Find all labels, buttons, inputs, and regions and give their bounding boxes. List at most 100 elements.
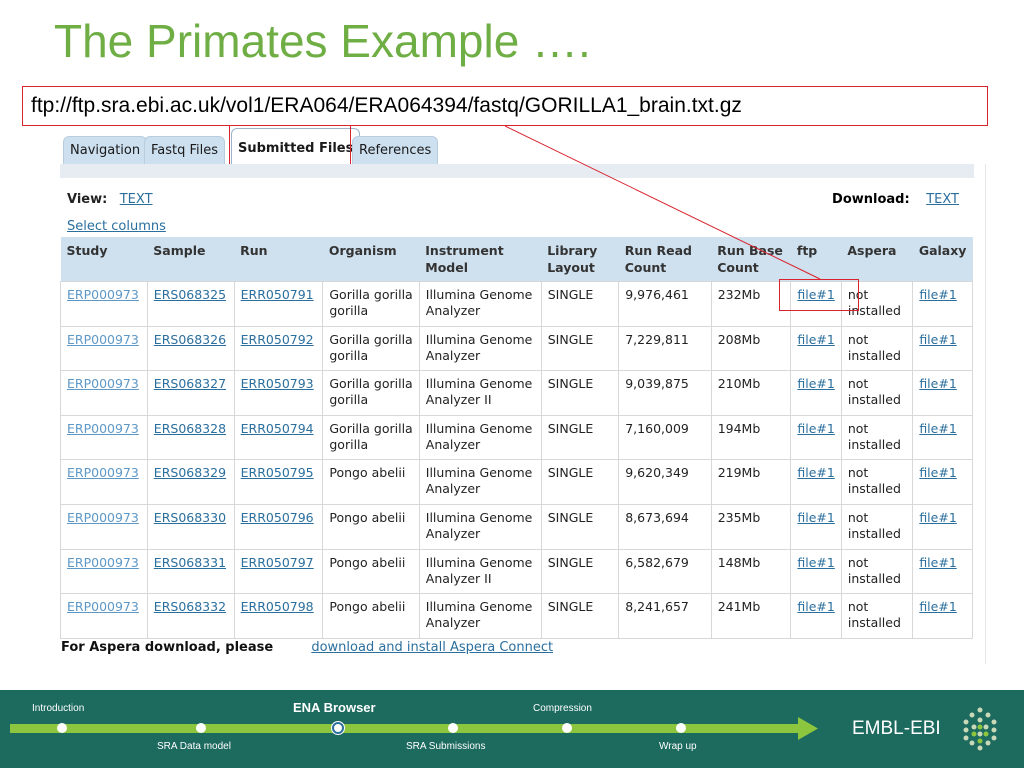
run-link[interactable]: ERR050794 — [241, 421, 314, 436]
study-link[interactable]: ERP000973 — [67, 555, 139, 570]
study-link[interactable]: ERP000973 — [67, 465, 139, 480]
ftp-cell: file#1 — [790, 370, 842, 416]
galaxy-link[interactable]: file#1 — [919, 599, 956, 614]
run-cell: ERR050796 — [233, 503, 324, 550]
sample-link[interactable]: ERS068326 — [154, 332, 226, 347]
galaxy-cell: file#1 — [912, 370, 973, 416]
embl-ebi-logo-icon — [963, 707, 997, 751]
slide-title: The Primates Example …. — [54, 15, 591, 67]
study-link[interactable]: ERP000973 — [67, 332, 139, 347]
table-row: ERP000973 ERS068326 ERR050792 Gorilla goril… — [60, 325, 973, 372]
footer-step-sra-submissions[interactable]: SRA Submissions — [406, 741, 485, 752]
select-columns-link[interactable]: Select columns — [67, 219, 166, 234]
aspera-label: For Aspera download, please — [61, 640, 274, 655]
run-link[interactable]: ERR050797 — [241, 555, 314, 570]
col-study[interactable]: Study — [60, 237, 148, 282]
footer-dot-compression[interactable] — [562, 723, 572, 733]
run-link[interactable]: ERR050792 — [241, 332, 314, 347]
col-aspera[interactable]: Aspera — [841, 237, 913, 282]
select-columns-text[interactable]: Select columns — [67, 219, 166, 234]
ftp-link[interactable]: file#1 — [797, 510, 834, 525]
footer-dot-sra-data-model[interactable] — [196, 723, 206, 733]
view-text-link[interactable]: TEXT — [120, 192, 153, 207]
organism-value: Gorilla gorilla gorilla — [329, 287, 413, 318]
base-count-cell: 194Mb — [710, 414, 792, 461]
ftp-link[interactable]: file#1 — [797, 555, 834, 570]
galaxy-link[interactable]: file#1 — [919, 376, 956, 391]
footer-step-ena-browser[interactable]: ENA Browser — [293, 700, 376, 715]
study-link[interactable]: ERP000973 — [67, 376, 139, 391]
galaxy-link[interactable]: file#1 — [919, 332, 956, 347]
study-link[interactable]: ERP000973 — [67, 510, 139, 525]
instrument-model-value: Illumina Genome Analyzer — [425, 287, 533, 318]
col-run[interactable]: Run — [234, 237, 323, 282]
organism-cell: Gorilla gorilla gorilla — [322, 281, 420, 327]
col-instrument-model[interactable]: Instrument Model — [419, 237, 542, 282]
footer-dot-ena-browser[interactable] — [332, 722, 344, 734]
download-text-link[interactable]: TEXT — [926, 192, 959, 207]
ftp-cell: file#1 — [790, 459, 842, 505]
aspera-install-link[interactable]: download and install Aspera Connect — [311, 640, 553, 655]
aspera-cell: not installed — [840, 325, 914, 372]
base-count-value: 148Mb — [717, 554, 761, 570]
run-link[interactable]: ERR050791 — [241, 287, 314, 302]
sample-link[interactable]: ERS068332 — [154, 599, 226, 614]
galaxy-link[interactable]: file#1 — [919, 287, 956, 302]
col-organism[interactable]: Organism — [322, 237, 420, 282]
aspera-value: not installed — [847, 599, 901, 631]
ftp-link[interactable]: file#1 — [797, 421, 834, 436]
galaxy-link[interactable]: file#1 — [919, 555, 956, 570]
galaxy-link[interactable]: file#1 — [919, 465, 956, 480]
aspera-note: For Aspera download, please download and… — [61, 640, 553, 655]
galaxy-link[interactable]: file#1 — [919, 421, 956, 436]
table-row: ERP000973 ERS068331 ERR050797 Pongo abelii I… — [60, 548, 973, 595]
footer-dot-wrap-up[interactable] — [676, 723, 686, 733]
col-ftp[interactable]: ftp — [790, 237, 842, 282]
footer-step-introduction[interactable]: Introduction — [32, 703, 84, 714]
sample-link[interactable]: ERS068329 — [154, 465, 226, 480]
col-run-read-count[interactable]: Run Read Count — [618, 237, 712, 282]
col-sample[interactable]: Sample — [147, 237, 235, 282]
organism-value: Pongo abelii — [329, 554, 406, 570]
view-format: View: TEXT — [67, 192, 153, 207]
sample-link[interactable]: ERS068325 — [154, 287, 226, 302]
footer-dot-sra-submissions[interactable] — [448, 723, 458, 733]
ftp-link[interactable]: file#1 — [797, 332, 834, 347]
sample-link[interactable]: ERS068327 — [154, 376, 226, 391]
download-label: Download: — [832, 192, 910, 207]
library-layout-value: SINGLE — [547, 509, 594, 525]
tab-fastq-files[interactable]: Fastq Files — [144, 136, 226, 164]
ftp-link[interactable]: file#1 — [797, 376, 834, 391]
col-run-base-count[interactable]: Run Base Count — [711, 237, 791, 282]
ftp-link[interactable]: file#1 — [797, 599, 834, 614]
ftp-link[interactable]: file#1 — [797, 465, 834, 480]
run-link[interactable]: ERR050795 — [241, 465, 314, 480]
aspera-value: not installed — [847, 554, 901, 586]
aspera-cell: not installed — [840, 414, 914, 461]
library-layout-cell: SINGLE — [540, 459, 620, 505]
study-link[interactable]: ERP000973 — [67, 421, 139, 436]
organism-value: Gorilla gorilla gorilla — [329, 376, 413, 408]
galaxy-link[interactable]: file#1 — [919, 510, 956, 525]
study-link[interactable]: ERP000973 — [67, 599, 139, 614]
study-link[interactable]: ERP000973 — [67, 287, 139, 302]
aspera-cell: not installed — [840, 370, 914, 416]
run-link[interactable]: ERR050796 — [241, 510, 314, 525]
sample-cell: ERS068328 — [146, 414, 235, 461]
run-link[interactable]: ERR050793 — [241, 376, 314, 391]
footer-dot-introduction[interactable] — [57, 723, 67, 733]
col-library-layout[interactable]: Library Layout — [541, 237, 619, 282]
footer-step-wrap-up[interactable]: Wrap up — [659, 741, 697, 752]
run-link[interactable]: ERR050798 — [241, 599, 314, 614]
footer-step-sra-data-model[interactable]: SRA Data model — [157, 741, 231, 752]
footer-step-compression[interactable]: Compression — [533, 703, 592, 714]
panel-top-bar — [60, 164, 974, 178]
tab-references[interactable]: References — [352, 136, 439, 164]
tab-navigation[interactable]: Navigation — [63, 136, 148, 164]
table-body: ERP000973 ERS068325 ERR050791 Gorilla goril… — [60, 281, 973, 639]
sample-link[interactable]: ERS068331 — [154, 555, 226, 570]
instrument-model-cell: Illumina Genome Analyzer — [418, 414, 542, 461]
sample-link[interactable]: ERS068328 — [154, 421, 226, 436]
sample-link[interactable]: ERS068330 — [154, 510, 226, 525]
col-galaxy[interactable]: Galaxy — [912, 237, 973, 282]
